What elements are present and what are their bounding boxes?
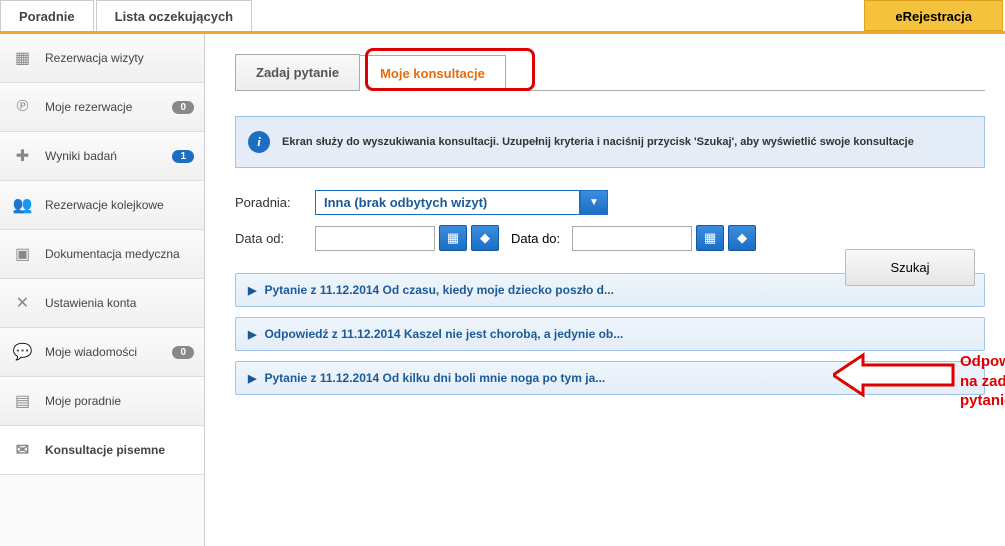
data-od-label: Data od: bbox=[235, 231, 315, 246]
result-title: Odpowiedź z 11.12.2014 Kaszel nie jest c… bbox=[264, 327, 623, 341]
result-item[interactable]: ▶ Pytanie z 11.12.2014 Od kilku dni boli… bbox=[235, 361, 985, 395]
sidebar-label: Moje poradnie bbox=[45, 394, 121, 408]
result-item[interactable]: ▶ Odpowiedź z 11.12.2014 Kaszel nie jest… bbox=[235, 317, 985, 351]
sidebar-item-moje-rezerwacje[interactable]: ℗ Moje rezerwacje 0 bbox=[0, 83, 204, 132]
inner-tabs: Zadaj pytanie Moje konsultacje bbox=[235, 54, 985, 91]
calendar-plus-icon: ▦ bbox=[10, 48, 35, 68]
sidebar-item-wiadomosci[interactable]: 💬 Moje wiadomości 0 bbox=[0, 328, 204, 377]
tab-erejestracja[interactable]: eRejestracja bbox=[864, 0, 1003, 31]
sidebar-label: Rezerwacja wizyty bbox=[45, 51, 144, 65]
calendar-icon[interactable]: ▦ bbox=[696, 225, 724, 251]
sidebar-label: Wyniki badań bbox=[45, 149, 117, 163]
people-icon: 👥 bbox=[10, 195, 35, 215]
sidebar-item-konsultacje[interactable]: ✉ Konsultacje pisemne bbox=[0, 426, 204, 475]
building-icon: ▤ bbox=[10, 391, 35, 411]
data-do-input[interactable] bbox=[572, 226, 692, 251]
tab-zadaj-pytanie[interactable]: Zadaj pytanie bbox=[235, 54, 360, 90]
info-icon: i bbox=[248, 131, 270, 153]
count-badge: 0 bbox=[172, 101, 194, 114]
top-nav-tabs: Poradnie Lista oczekujących eRejestracja bbox=[0, 0, 1005, 34]
result-title: Pytanie z 11.12.2014 Od czasu, kiedy moj… bbox=[264, 283, 613, 297]
poradnia-select[interactable]: Inna (brak odbytych wizyt) ▼ bbox=[315, 190, 608, 215]
poradnia-label: Poradnia: bbox=[235, 195, 315, 210]
sidebar-label: Moje wiadomości bbox=[45, 345, 137, 359]
info-panel: i Ekran służy do wyszukiwania konsultacj… bbox=[235, 116, 985, 168]
sidebar-item-wyniki-badan[interactable]: ✚ Wyniki badań 1 bbox=[0, 132, 204, 181]
info-text: Ekran służy do wyszukiwania konsultacji.… bbox=[282, 136, 914, 148]
data-od-input[interactable] bbox=[315, 226, 435, 251]
sidebar-label: Konsultacje pisemne bbox=[45, 443, 165, 457]
tab-moje-konsultacje[interactable]: Moje konsultacje bbox=[359, 55, 506, 91]
filter-poradnia-row: Poradnia: Inna (brak odbytych wizyt) ▼ bbox=[235, 190, 985, 215]
calendar-icon[interactable]: ▦ bbox=[439, 225, 467, 251]
content-area: Zadaj pytanie Moje konsultacje i Ekran s… bbox=[205, 34, 1005, 546]
tools-icon: ✕ bbox=[10, 293, 35, 313]
sidebar-label: Moje rezerwacje bbox=[45, 100, 132, 114]
medkit-icon: ✚ bbox=[10, 146, 35, 166]
clear-icon[interactable]: ◆ bbox=[471, 225, 499, 251]
sidebar-label: Rezerwacje kolejkowe bbox=[45, 198, 164, 212]
poradnia-value: Inna (brak odbytych wizyt) bbox=[315, 190, 580, 215]
sidebar-label: Dokumentacja medyczna bbox=[45, 247, 180, 261]
sidebar-item-moje-poradnie[interactable]: ▤ Moje poradnie bbox=[0, 377, 204, 426]
search-button[interactable]: Szukaj bbox=[845, 249, 975, 286]
chevron-right-icon: ▶ bbox=[248, 372, 256, 385]
count-badge: 1 bbox=[172, 150, 194, 163]
chevron-down-icon[interactable]: ▼ bbox=[580, 190, 608, 215]
data-do-label: Data do: bbox=[511, 231, 560, 246]
sidebar-item-rezerwacja-wizyty[interactable]: ▦ Rezerwacja wizyty bbox=[0, 34, 204, 83]
stethoscope-icon: ℗ bbox=[10, 97, 35, 117]
sidebar-label: Ustawienia konta bbox=[45, 296, 136, 310]
count-badge: 0 bbox=[172, 346, 194, 359]
folder-plus-icon: ▣ bbox=[10, 244, 35, 264]
result-title: Pytanie z 11.12.2014 Od kilku dni boli m… bbox=[264, 371, 605, 385]
sidebar-item-dokumentacja[interactable]: ▣ Dokumentacja medyczna bbox=[0, 230, 204, 279]
chevron-right-icon: ▶ bbox=[248, 328, 256, 341]
filter-date-row: Data od: ▦ ◆ Data do: ▦ ◆ bbox=[235, 225, 985, 251]
sidebar-item-rezerwacje-kolejkowe[interactable]: 👥 Rezerwacje kolejkowe bbox=[0, 181, 204, 230]
sidebar-item-ustawienia[interactable]: ✕ Ustawienia konta bbox=[0, 279, 204, 328]
chevron-right-icon: ▶ bbox=[248, 284, 256, 297]
tab-poradnie[interactable]: Poradnie bbox=[0, 0, 94, 31]
sidebar: ▦ Rezerwacja wizyty ℗ Moje rezerwacje 0 … bbox=[0, 34, 205, 546]
chat-icon: 💬 bbox=[10, 342, 35, 362]
annotation-text: Odpowiedź na zadane pytanie bbox=[960, 352, 1005, 411]
tab-lista-oczekujacych[interactable]: Lista oczekujących bbox=[96, 0, 253, 31]
envelope-icon: ✉ bbox=[10, 440, 35, 460]
clear-icon[interactable]: ◆ bbox=[728, 225, 756, 251]
